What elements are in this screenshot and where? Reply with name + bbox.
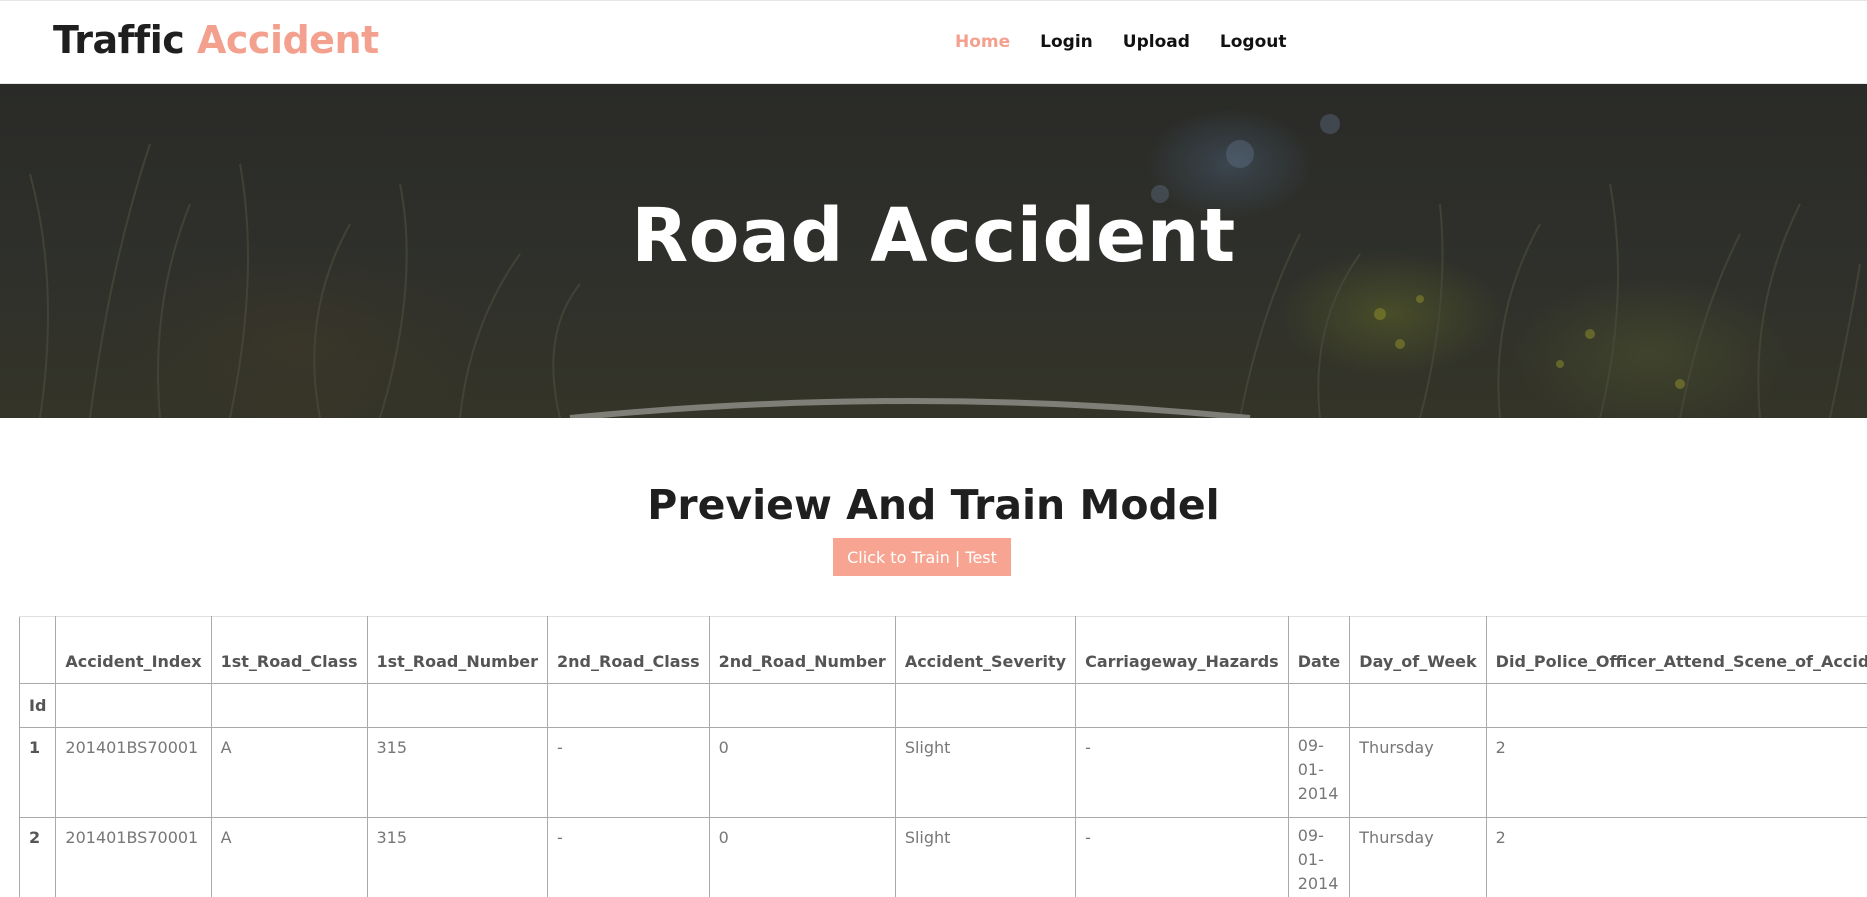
column-header: Date [1287,616,1351,684]
column-header: 2nd_Road_Class [547,616,710,684]
column-header [19,616,57,684]
table-cell: A [210,727,368,818]
column-header: 2nd_Road_Number [708,616,896,684]
table-cell: Slight [894,727,1077,818]
empty-cell [1485,683,1867,728]
table-header-row: Accident_Index 1st_Road_Class 1st_Road_N… [19,616,1867,684]
table-cell: 201401BS70001 [55,727,212,818]
hero-title: Road Accident [631,193,1236,279]
row-id: 2 [19,817,57,897]
main-nav: Home Login Upload Logout [955,32,1287,52]
empty-cell [1287,683,1351,728]
empty-cell [55,683,212,728]
table-cell: A [210,817,368,897]
brand-logo[interactable]: Traffic Accident [53,18,379,62]
column-header: Did_Police_Officer_Attend_Scene_of_Accid… [1485,616,1867,684]
nav-home[interactable]: Home [955,32,1010,52]
table-cell: Thursday [1349,817,1487,897]
dataset-preview-table: Accident_Index 1st_Road_Class 1st_Road_N… [19,616,1867,897]
brand-main: Traffic [53,18,185,62]
nav-upload[interactable]: Upload [1123,32,1190,52]
table-cell: - [547,817,710,897]
table-cell: - [1075,727,1289,818]
empty-cell [894,683,1077,728]
column-header: Accident_Index [55,616,212,684]
table-cell: 315 [366,817,549,897]
table-cell: Thursday [1349,727,1487,818]
table-index-row: Id [19,683,1867,728]
table-cell: 201401BS70001 [55,817,212,897]
empty-cell [708,683,896,728]
empty-cell [547,683,710,728]
column-header: 1st_Road_Number [366,616,549,684]
empty-cell [210,683,368,728]
table-row: 2 201401BS70001 A 315 - 0 Slight - 09-01… [19,817,1867,897]
column-header: Day_of_Week [1349,616,1487,684]
empty-cell [1075,683,1289,728]
hero-banner: Road Accident [0,84,1867,418]
empty-cell [366,683,549,728]
brand-accent: Accident [196,18,379,62]
train-test-button[interactable]: Click to Train | Test [833,538,1011,576]
empty-cell [1349,683,1487,728]
table-cell: 09-01-2014 [1287,817,1351,897]
table-row: 1 201401BS70001 A 315 - 0 Slight - 09-01… [19,727,1867,818]
table-cell: 2 [1485,817,1867,897]
nav-logout[interactable]: Logout [1220,32,1287,52]
table-cell: 09-01-2014 [1287,727,1351,818]
column-header: Carriageway_Hazards [1075,616,1289,684]
top-navbar: Traffic Accident Home Login Upload Logou… [0,0,1867,84]
table-cell: Slight [894,817,1077,897]
column-header: Accident_Severity [894,616,1077,684]
table-cell: 0 [708,817,896,897]
section-title: Preview And Train Model [647,481,1220,529]
table-cell: - [1075,817,1289,897]
table-cell: 0 [708,727,896,818]
table-cell: 2 [1485,727,1867,818]
table-cell: 315 [366,727,549,818]
index-label: Id [19,683,57,728]
nav-login[interactable]: Login [1040,32,1093,52]
table-cell: - [547,727,710,818]
column-header: 1st_Road_Class [210,616,368,684]
row-id: 1 [19,727,57,818]
